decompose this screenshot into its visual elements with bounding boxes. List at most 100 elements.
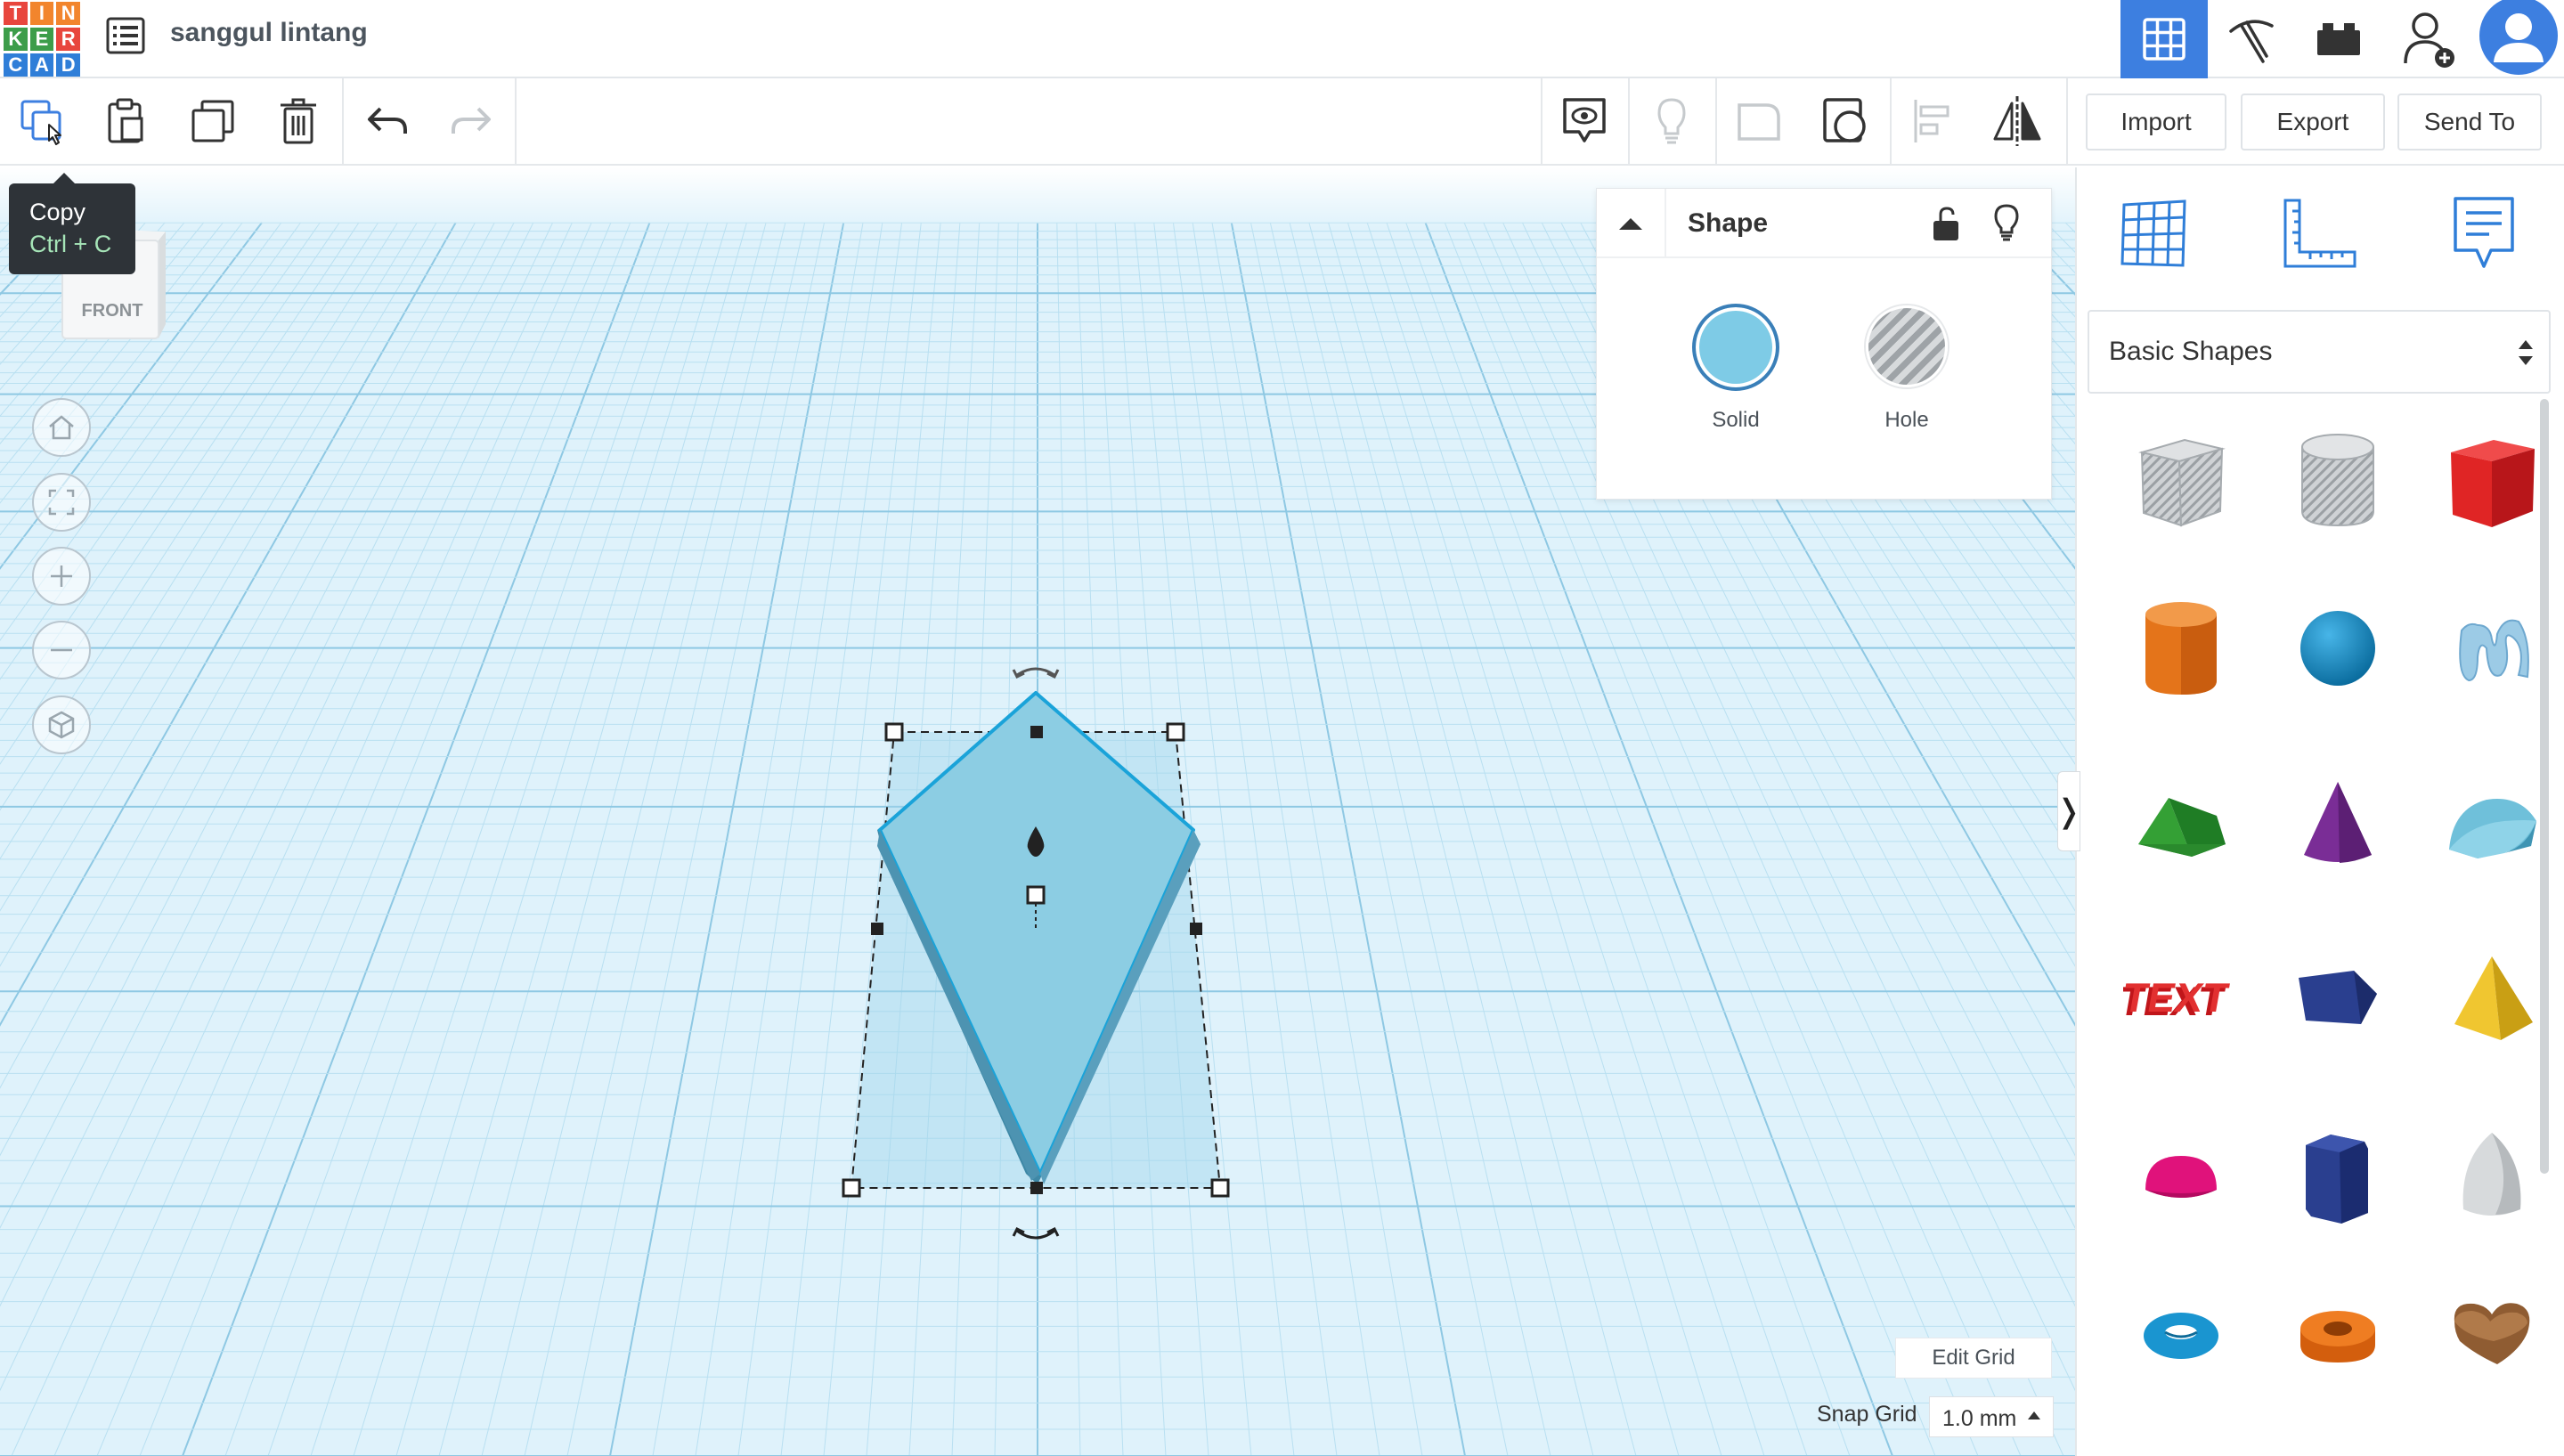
zoom-in-icon [51,565,72,587]
logo-letter: R [56,28,80,51]
box-icon [2451,440,2535,527]
inspector-header: Shape [1597,189,2051,258]
lock-button[interactable] [1928,205,1964,242]
hide-button[interactable] [1642,94,1701,148]
hole-label: Hole [1884,408,1929,432]
solid-label: Solid [1712,408,1760,432]
pyramid-icon [2454,956,2533,1040]
grid-view-icon [2143,18,2186,61]
lightbulb-icon [1994,204,2019,241]
solid-color-swatch[interactable] [1692,304,1779,391]
shape-box-hole[interactable] [2119,419,2243,543]
text-shape-icon: TEXT TEXT [2123,974,2232,1024]
copy-button[interactable] [12,94,71,148]
redo-button[interactable] [442,94,501,148]
panel-collapse-tab[interactable]: ❭ [2055,771,2082,851]
fit-view-icon [48,489,75,516]
view-cube-face-label: FRONT [81,301,143,321]
design-list-button[interactable] [103,16,148,55]
align-button[interactable] [1904,94,1963,148]
zoom-in-button[interactable] [32,547,91,606]
shape-inspector: Shape Solid Hole [1596,188,2052,500]
import-button[interactable]: Import [2086,94,2226,150]
blocks-view-button[interactable] [2208,0,2295,78]
ungroup-button[interactable] [1817,94,1876,148]
delete-button[interactable] [269,94,328,148]
box-hole-icon [2138,438,2226,527]
edit-grid-button[interactable]: Edit Grid [1895,1338,2052,1379]
perspective-button[interactable] [32,695,91,754]
toolbar-divider [2066,78,2068,164]
shape-prism[interactable] [2275,1115,2400,1240]
trash-icon [281,98,316,144]
zoom-out-button[interactable] [32,621,91,679]
shape-box[interactable] [2430,419,2554,543]
shape-scribble[interactable] [2430,586,2554,711]
ruler-icon [2283,199,2356,268]
notes-visibility-icon [1563,98,1606,142]
tinkercad-app: T I N K E R C A D sanggul lintang Import… [0,0,2564,1456]
logo-letter: D [56,53,80,77]
toolbar-divider [1541,78,1542,164]
group-icon [1738,103,1780,141]
shape-torus[interactable] [2119,1270,2243,1395]
copy-tooltip: Copy Ctrl + C [9,173,135,274]
cylinder-icon [2145,602,2217,695]
shape-roof[interactable] [2119,764,2243,889]
tinkercad-logo[interactable]: T I N K E R C A D [4,2,80,77]
notes-tool-button[interactable] [2439,189,2528,278]
workplane-icon [2120,199,2186,267]
cylinder-hole-icon [2301,434,2374,527]
shape-category-select[interactable]: Basic Shapes [2088,310,2551,394]
fit-view-button[interactable] [32,473,91,532]
invite-user-button[interactable] [2387,0,2474,78]
group-button[interactable] [1730,94,1788,148]
logo-letter: N [56,2,80,25]
shape-text[interactable]: TEXT TEXT [2119,939,2243,1063]
shape-cylinder-hole[interactable] [2275,419,2400,543]
show-notes-button[interactable] [1555,94,1614,148]
shape-polygon[interactable] [2275,939,2400,1063]
shape-heart[interactable] [2430,1270,2554,1395]
inspector-collapse-button[interactable] [1597,189,1666,258]
avatar-icon [2479,0,2558,75]
logo-letter: C [4,53,28,77]
hide-shape-button[interactable] [1989,203,2024,242]
hole-swatch[interactable] [1866,305,1948,387]
send-to-button[interactable]: Send To [2397,94,2542,150]
duplicate-button[interactable] [183,94,242,148]
shape-paraboloid[interactable] [2430,1115,2554,1240]
mirror-button[interactable] [1988,94,2047,148]
logo-letter: K [4,28,28,51]
shape-sphere[interactable] [2275,586,2400,711]
chevron-up-icon [1619,218,1642,230]
caret-up-icon [2028,1411,2040,1419]
shapes-scrollbar[interactable] [2540,399,2549,1174]
heart-icon [2454,1303,2530,1364]
bricks-view-button[interactable] [2295,0,2382,78]
lightbulb-icon [1657,98,1686,144]
toolbar-divider [1890,78,1892,164]
3d-design-view-button[interactable] [2120,0,2208,78]
mirror-icon [1993,96,2041,146]
workplane-tool-button[interactable] [2109,189,2198,278]
paraboloid-icon [2462,1133,2521,1216]
home-view-button[interactable] [32,398,91,457]
project-title[interactable]: sanggul lintang [170,18,368,48]
undo-button[interactable] [358,94,417,148]
home-view-icon [49,415,74,440]
half-sphere-icon [2145,1156,2217,1198]
ruler-tool-button[interactable] [2275,189,2364,278]
paste-button[interactable] [96,94,155,148]
snap-grid-value: 1.0 mm [1942,1406,2017,1431]
profile-button[interactable] [2474,0,2563,78]
shape-cone[interactable] [2275,764,2400,889]
shape-pyramid[interactable] [2430,939,2554,1063]
shape-cylinder[interactable] [2119,586,2243,711]
shape-half-sphere[interactable] [2119,1115,2243,1240]
shape-round-roof[interactable] [2430,764,2554,889]
snap-grid-select[interactable]: 1.0 mm [1929,1396,2054,1437]
perspective-icon [48,711,75,739]
shape-tube[interactable] [2275,1270,2400,1395]
export-button[interactable]: Export [2241,94,2385,150]
